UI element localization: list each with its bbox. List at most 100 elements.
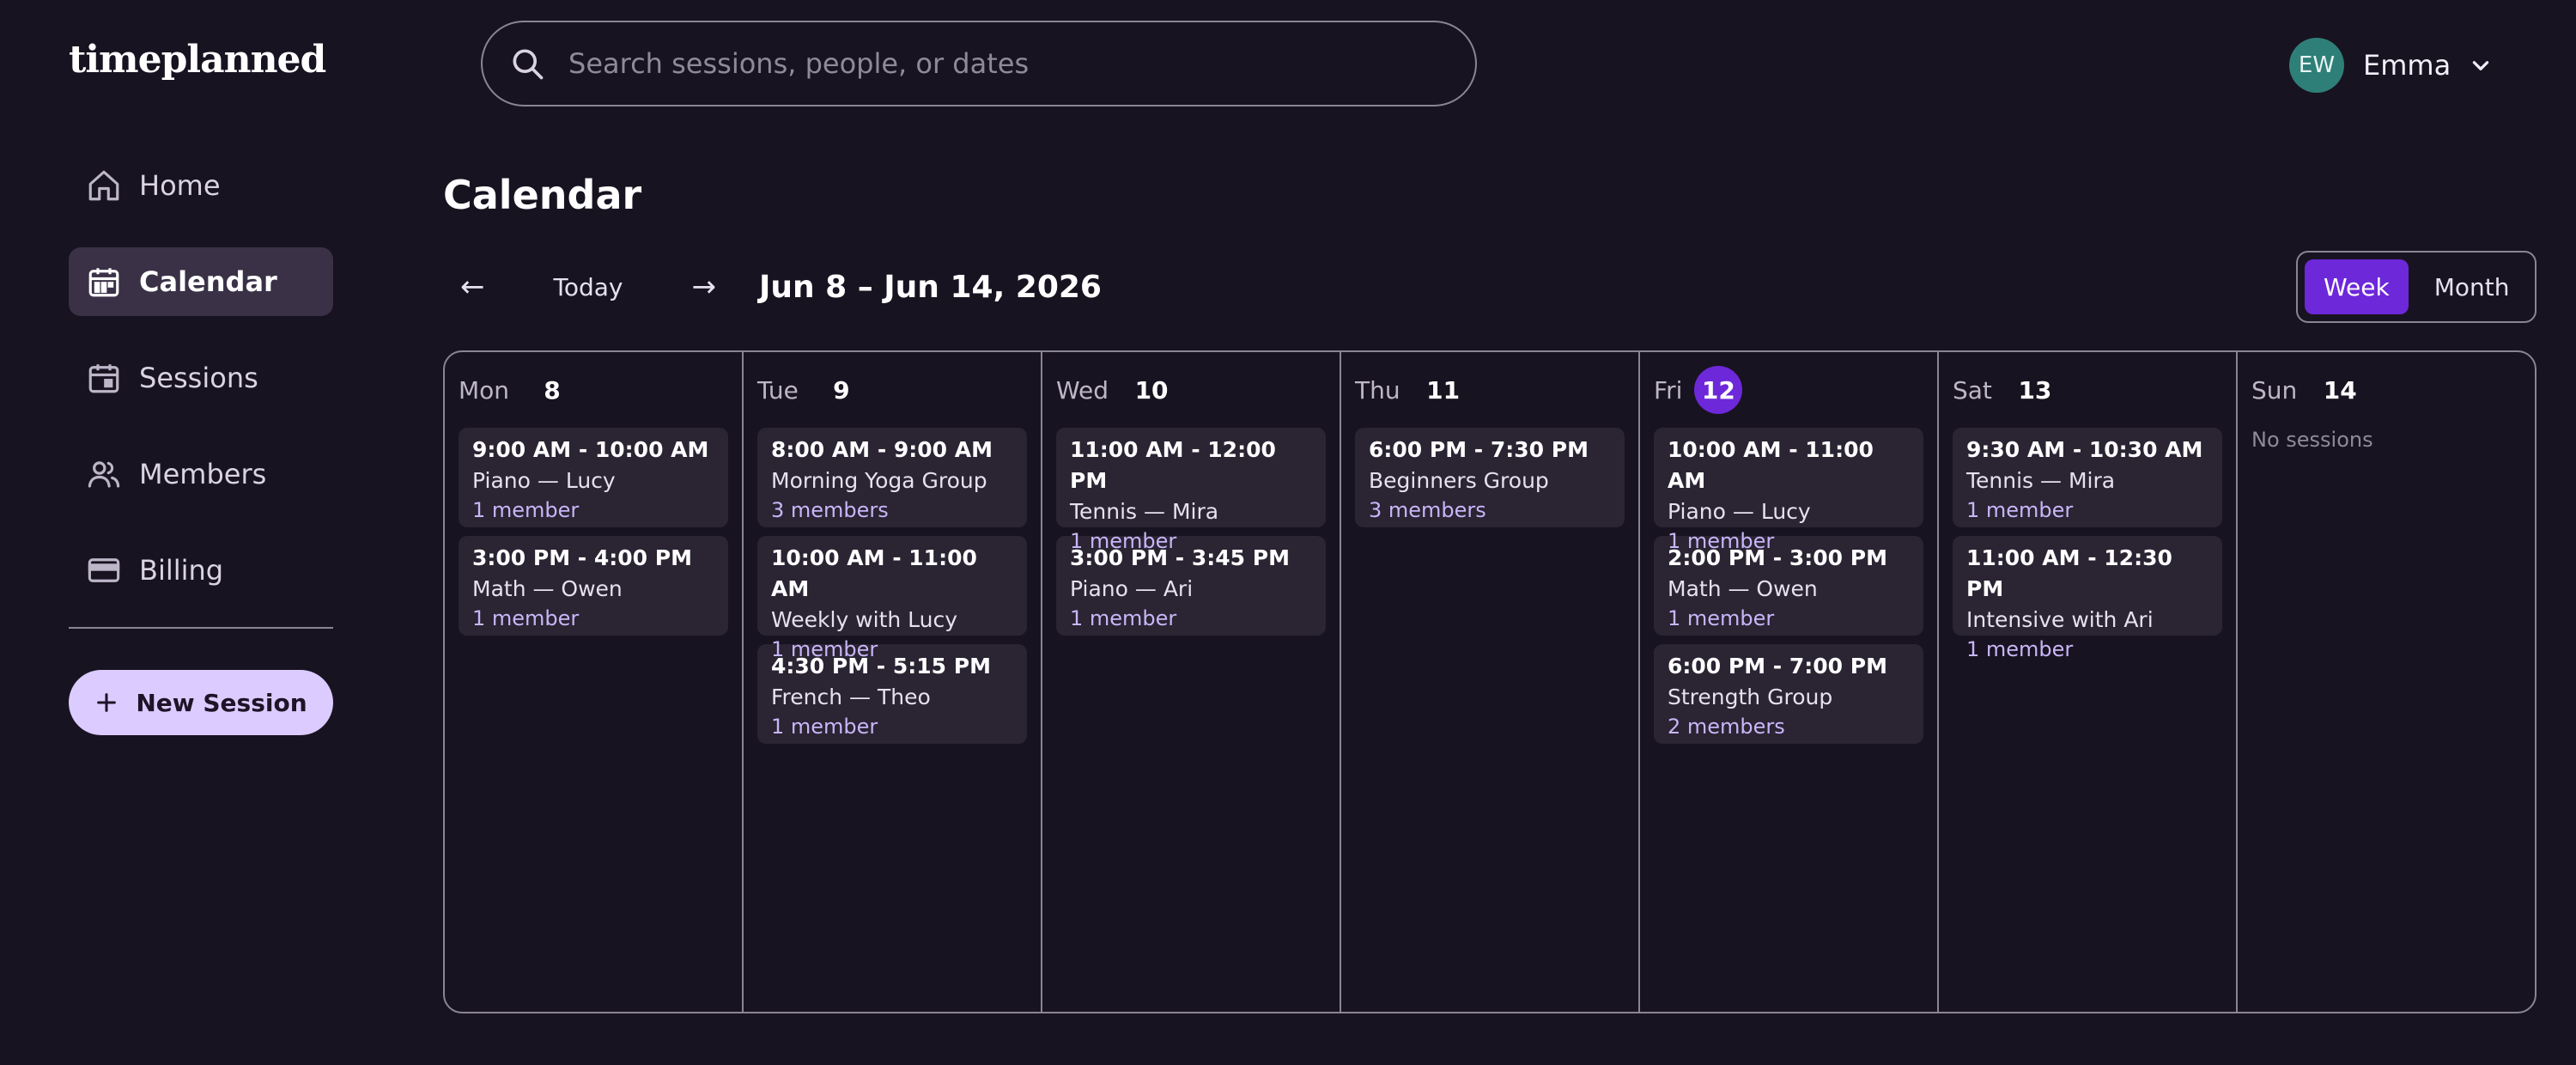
- month-view-button[interactable]: Month: [2415, 259, 2529, 314]
- session-members: 1 member: [472, 498, 580, 522]
- session-title: Intensive with Ari: [1966, 607, 2154, 632]
- session-time: 6:00 PM - 7:00 PM: [1668, 654, 1887, 679]
- empty-state: No sessions: [2251, 428, 2373, 452]
- app-logo[interactable]: timeplanned: [69, 38, 326, 82]
- day-of-week: Sun: [2251, 375, 2298, 405]
- day-column: Sun 14 No sessions: [2238, 352, 2535, 1012]
- session-card[interactable]: 10:00 AM - 11:00 AM Weekly with Lucy 1 m…: [757, 536, 1027, 661]
- session-card[interactable]: 6:00 PM - 7:00 PM Strength Group 2 membe…: [1654, 644, 1923, 744]
- session-card[interactable]: 4:30 PM - 5:15 PM French — Theo 1 member: [757, 644, 1027, 744]
- session-time: 10:00 AM - 11:00 AM: [771, 545, 977, 601]
- session-title: Piano — Lucy: [1668, 499, 1811, 524]
- session-card[interactable]: 9:30 AM - 10:30 AM Tennis — Mira 1 membe…: [1953, 428, 2222, 527]
- session-time: 11:00 AM - 12:30 PM: [1966, 545, 2172, 601]
- session-time: 9:30 AM - 10:30 AM: [1966, 437, 2203, 462]
- day-header: Thu 11: [1355, 364, 1625, 416]
- session-title: Morning Yoga Group: [771, 468, 987, 493]
- sidebar-item-label: Sessions: [139, 362, 258, 394]
- day-column: Fri 12 10:00 AM - 11:00 AM Piano — Lucy …: [1640, 352, 1939, 1012]
- date-range: Jun 8 – Jun 14, 2026: [758, 269, 1102, 305]
- session-members: 1 member: [771, 715, 878, 739]
- sidebar-divider: [69, 627, 333, 629]
- day-header: Sat 13: [1953, 364, 2222, 416]
- session-members: 1 member: [1966, 498, 2074, 522]
- day-number: 13: [2018, 375, 2052, 405]
- session-card[interactable]: 9:00 AM - 10:00 AM Piano — Lucy 1 member: [459, 428, 728, 527]
- day-of-week: Mon: [459, 375, 510, 405]
- day-number: 10: [1134, 375, 1169, 405]
- sidebar-item-members[interactable]: Members: [69, 440, 333, 508]
- day-column: Mon 8 9:00 AM - 10:00 AM Piano — Lucy 1 …: [445, 352, 744, 1012]
- session-card[interactable]: 3:00 PM - 3:45 PM Piano — Ari 1 member: [1056, 536, 1326, 636]
- avatar: EW: [2289, 38, 2344, 93]
- day-header: Tue 9: [757, 364, 1027, 416]
- session-card[interactable]: 6:00 PM - 7:30 PM Beginners Group 3 memb…: [1355, 428, 1625, 527]
- session-card[interactable]: 8:00 AM - 9:00 AM Morning Yoga Group 3 m…: [757, 428, 1027, 527]
- day-header: Wed 10: [1056, 364, 1326, 416]
- session-card[interactable]: 3:00 PM - 4:00 PM Math — Owen 1 member: [459, 536, 728, 636]
- day-column: Tue 9 8:00 AM - 9:00 AM Morning Yoga Gro…: [744, 352, 1042, 1012]
- session-card[interactable]: 11:00 AM - 12:00 PM Tennis — Mira 1 memb…: [1056, 428, 1326, 553]
- session-members: 1 member: [472, 606, 580, 630]
- sidebar-item-label: Calendar: [139, 265, 277, 298]
- sidebar-item-home[interactable]: Home: [69, 151, 333, 220]
- day-header: Fri 12: [1654, 364, 1923, 416]
- next-week-button[interactable]: →: [674, 270, 733, 304]
- home-icon: [88, 170, 119, 201]
- week-view-button[interactable]: Week: [2305, 259, 2409, 314]
- session-time: 4:30 PM - 5:15 PM: [771, 654, 991, 679]
- session-title: Piano — Ari: [1070, 576, 1194, 601]
- session-time: 3:00 PM - 3:45 PM: [1070, 545, 1290, 570]
- session-members: 1 member: [1070, 606, 1177, 630]
- user-menu[interactable]: EW Emma: [2289, 38, 2492, 93]
- session-time: 10:00 AM - 11:00 AM: [1668, 437, 1874, 493]
- session-time: 2:00 PM - 3:00 PM: [1668, 545, 1887, 570]
- prev-week-button[interactable]: ←: [443, 270, 502, 304]
- user-name: Emma: [2363, 49, 2451, 82]
- search-input[interactable]: [568, 47, 1427, 80]
- session-time: 8:00 AM - 9:00 AM: [771, 437, 993, 462]
- day-of-week: Wed: [1056, 375, 1109, 405]
- search-bar[interactable]: [481, 21, 1477, 106]
- sidebar-item-billing[interactable]: Billing: [69, 536, 333, 605]
- session-title: Tennis — Mira: [1966, 468, 2116, 493]
- page-title: Calendar: [443, 172, 642, 218]
- week-calendar: Mon 8 9:00 AM - 10:00 AM Piano — Lucy 1 …: [443, 350, 2537, 1013]
- view-toggle: Week Month: [2296, 251, 2537, 323]
- session-members: 3 members: [771, 498, 889, 522]
- day-number: 11: [1426, 375, 1461, 405]
- session-members: 3 members: [1369, 498, 1486, 522]
- sidebar-item-label: Billing: [139, 554, 224, 587]
- sidebar-item-label: Home: [139, 169, 221, 202]
- session-title: French — Theo: [771, 685, 931, 709]
- session-card[interactable]: 2:00 PM - 3:00 PM Math — Owen 1 member: [1654, 536, 1923, 636]
- day-number: 9: [833, 375, 850, 405]
- session-time: 3:00 PM - 4:00 PM: [472, 545, 692, 570]
- day-header: Sun 14: [2251, 364, 2521, 416]
- session-card[interactable]: 11:00 AM - 12:30 PM Intensive with Ari 1…: [1953, 536, 2222, 661]
- session-title: Tennis — Mira: [1070, 499, 1219, 524]
- new-session-label: New Session: [136, 688, 307, 717]
- plus-icon: [97, 693, 117, 712]
- day-of-week: Fri: [1654, 375, 1683, 405]
- day-column: Thu 11 6:00 PM - 7:30 PM Beginners Group…: [1341, 352, 1640, 1012]
- day-column: Wed 10 11:00 AM - 12:00 PM Tennis — Mira…: [1042, 352, 1341, 1012]
- today-badge: 12: [1694, 366, 1743, 414]
- session-time: 9:00 AM - 10:00 AM: [472, 437, 709, 462]
- session-title: Beginners Group: [1369, 468, 1549, 493]
- sidebar-item-sessions[interactable]: Sessions: [69, 344, 333, 412]
- day-of-week: Thu: [1355, 375, 1400, 405]
- session-card[interactable]: 10:00 AM - 11:00 AM Piano — Lucy 1 membe…: [1654, 428, 1923, 553]
- new-session-button[interactable]: New Session: [69, 670, 333, 735]
- session-time: 6:00 PM - 7:30 PM: [1369, 437, 1589, 462]
- day-column: Sat 13 9:30 AM - 10:30 AM Tennis — Mira …: [1939, 352, 2238, 1012]
- day-of-week: Sat: [1953, 375, 1992, 405]
- calendar-icon: [88, 268, 119, 297]
- session-title: Math — Owen: [472, 576, 623, 601]
- today-button[interactable]: Today: [537, 273, 641, 301]
- sidebar-item-label: Members: [139, 458, 267, 490]
- day-of-week: Tue: [757, 375, 799, 405]
- session-members: 1 member: [1668, 606, 1775, 630]
- sidebar-item-calendar[interactable]: Calendar: [69, 247, 333, 316]
- session-title: Weekly with Lucy: [771, 607, 958, 632]
